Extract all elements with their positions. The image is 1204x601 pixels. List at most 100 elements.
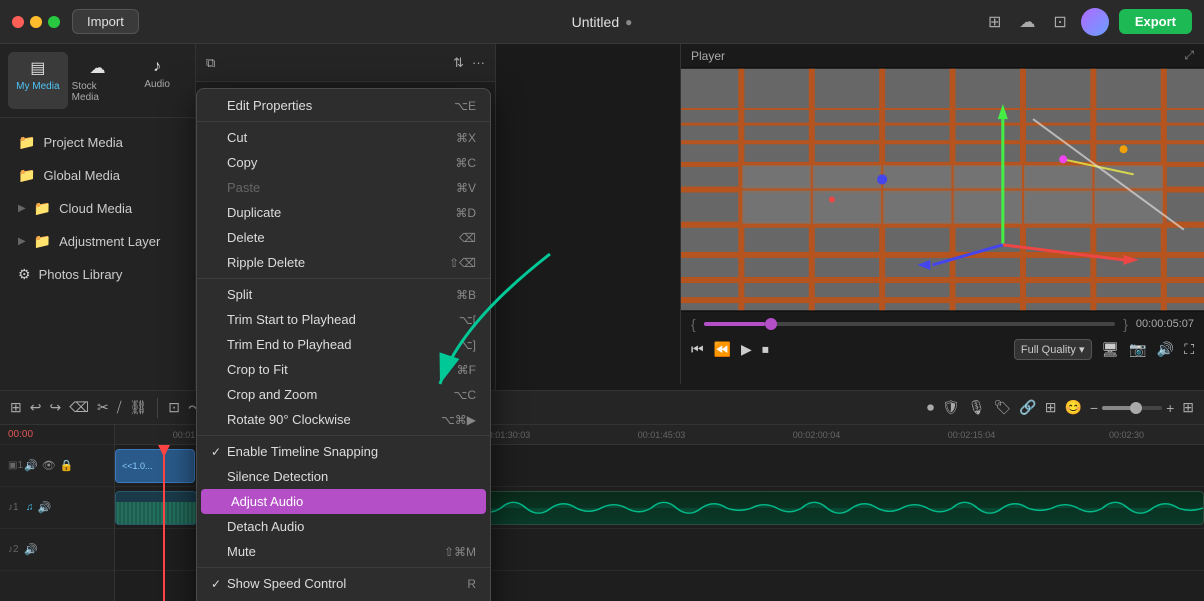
playhead[interactable] xyxy=(163,445,165,601)
context-menu-item-duplicate[interactable]: Duplicate ⌘D xyxy=(197,200,490,225)
context-menu-item-detach-audio[interactable]: Detach Audio xyxy=(197,514,490,539)
video-content xyxy=(681,67,1204,312)
avatar[interactable] xyxy=(1081,8,1109,36)
context-menu-item-split[interactable]: Split ⌘B xyxy=(197,282,490,307)
context-menu-item-mute[interactable]: Mute ⇧⌘M xyxy=(197,539,490,564)
context-menu-item-crop-fit[interactable]: Crop to Fit ⌘F xyxy=(197,357,490,382)
export-button[interactable]: Export xyxy=(1119,9,1192,34)
close-window-button[interactable] xyxy=(12,16,24,28)
frame-back-icon[interactable]: ⏪ xyxy=(714,341,731,358)
gear-icon: ⚙ xyxy=(18,266,31,283)
folder-icon: 📁 xyxy=(34,200,51,217)
sidebar-tab-audio[interactable]: ♪ Audio xyxy=(127,52,187,109)
connect-tool-icon[interactable]: ⛓ xyxy=(130,399,148,416)
track-speaker-icon[interactable]: 🔊 xyxy=(24,543,38,556)
top-right-actions: ⊞ ☁ ⊡ Export xyxy=(984,8,1192,36)
sidebar-item-project-media[interactable]: 📁 Project Media xyxy=(6,127,189,158)
sidebar-tab-my-media[interactable]: ▤ My Media xyxy=(8,52,68,109)
more-options-icon[interactable]: ··· xyxy=(472,55,485,70)
sort-icon[interactable]: ⇅ xyxy=(453,55,464,71)
document-title: Untitled xyxy=(572,14,619,30)
mic-icon[interactable]: 🎙 xyxy=(968,399,986,416)
sidebar-item-adjustment-layer[interactable]: ▶ 📁 Adjustment Layer xyxy=(6,226,189,257)
redo-icon[interactable]: ↪ xyxy=(49,399,61,416)
record-icon[interactable]: ⏺ xyxy=(927,399,934,416)
quality-label: Full Quality xyxy=(1021,344,1076,356)
shield-icon[interactable]: 🛡 xyxy=(942,399,960,416)
snapping-icon[interactable]: ⊡ xyxy=(168,399,180,416)
folder-icon: 📁 xyxy=(18,167,35,184)
maximize-window-button[interactable] xyxy=(48,16,60,28)
filter-icon[interactable]: ⧉ xyxy=(206,55,215,71)
quality-dropdown[interactable]: Full Quality ▾ xyxy=(1014,339,1092,360)
audio-label: Audio xyxy=(144,79,170,90)
context-menu-item-silence-detection[interactable]: Silence Detection xyxy=(197,464,490,489)
skip-back-icon[interactable]: ⏮ xyxy=(691,341,704,358)
player-scrubber-bar: { } 00:00:05:07 xyxy=(681,312,1204,336)
stop-icon[interactable]: ⏹ xyxy=(762,341,769,358)
context-menu: Edit Properties ⌥E Cut ⌘X Copy ⌘C Paste … xyxy=(196,88,491,601)
audio-clip-1[interactable] xyxy=(115,491,197,525)
zoom-slider[interactable] xyxy=(1102,406,1162,410)
track-label-audio-2: ♪2 🔊 xyxy=(0,529,114,571)
grid-icon[interactable]: ⊡ xyxy=(1049,8,1070,36)
context-menu-item-cut[interactable]: Cut ⌘X xyxy=(197,125,490,150)
zoom-in-icon[interactable]: + xyxy=(1166,400,1174,416)
add-track-icon[interactable]: ⊞ xyxy=(10,399,22,416)
cloud-icon[interactable]: ☁ xyxy=(1015,8,1039,36)
sidebar-item-photos-library[interactable]: ⚙ Photos Library xyxy=(6,259,189,290)
expand-arrow-icon: ▶ xyxy=(18,203,26,214)
audio-track-indicator: ♫ xyxy=(26,502,34,513)
undo-icon[interactable]: ↩ xyxy=(30,399,42,416)
emoji-icon[interactable]: 😊 xyxy=(1064,399,1081,416)
play-icon[interactable]: ▶ xyxy=(741,341,752,358)
context-menu-item-trim-end[interactable]: Trim End to Playhead ⌥] xyxy=(197,332,490,357)
timeline-settings-icon[interactable]: ⊞ xyxy=(1182,399,1194,416)
layout-icon[interactable]: ⊞ xyxy=(984,8,1005,36)
sidebar-item-cloud-media[interactable]: ▶ 📁 Cloud Media xyxy=(6,193,189,224)
track-speaker-icon[interactable]: 🔊 xyxy=(38,501,52,514)
fullscreen-icon[interactable]: ⛶ xyxy=(1184,341,1194,358)
monitor-icon[interactable]: 🖥 xyxy=(1102,341,1120,358)
context-menu-item-uniform-speed[interactable]: Uniform Speed xyxy=(197,596,490,601)
context-menu-item-copy[interactable]: Copy ⌘C xyxy=(197,150,490,175)
my-media-label: My Media xyxy=(16,81,59,92)
player-panel: Player ⤢ xyxy=(680,44,1204,384)
tag-icon[interactable]: 🏷 xyxy=(994,399,1012,416)
volume-icon[interactable]: 🔊 xyxy=(1157,341,1174,358)
split-tool-icon[interactable]: ⧸ xyxy=(117,399,122,416)
context-menu-item-trim-start[interactable]: Trim Start to Playhead ⌥[ xyxy=(197,307,490,332)
context-menu-item-delete[interactable]: Delete ⌫ xyxy=(197,225,490,250)
sidebar-item-label: Project Media xyxy=(43,135,122,150)
scrubber-track[interactable] xyxy=(704,322,1116,326)
context-menu-item-rotate[interactable]: Rotate 90° Clockwise ⌥⌘▶ xyxy=(197,407,490,432)
title-status-icon: ● xyxy=(625,15,632,29)
sidebar-tab-stock-media[interactable]: ☁ Stock Media xyxy=(68,52,128,109)
top-bar: Import Untitled ● ⊞ ☁ ⊡ Export xyxy=(0,0,1204,44)
context-menu-item-ripple-delete[interactable]: Ripple Delete ⇧⌫ xyxy=(197,250,490,275)
my-media-icon: ▤ xyxy=(30,58,45,78)
delete-tool-icon[interactable]: ⌫ xyxy=(69,399,89,416)
minimize-window-button[interactable] xyxy=(30,16,42,28)
context-menu-item-show-speed[interactable]: ✓ Show Speed Control R xyxy=(197,571,490,596)
out-point-icon: } xyxy=(1123,316,1128,332)
zoom-out-icon[interactable]: − xyxy=(1090,400,1098,416)
context-menu-item-enable-snapping[interactable]: ✓ Enable Timeline Snapping xyxy=(197,439,490,464)
grid-tool-icon[interactable]: ⊞ xyxy=(1045,399,1057,416)
context-menu-item-crop-zoom[interactable]: Crop and Zoom ⌥C xyxy=(197,382,490,407)
sidebar-item-global-media[interactable]: 📁 Global Media xyxy=(6,160,189,191)
import-button[interactable]: Import xyxy=(72,9,139,34)
track-visibility-icon[interactable]: 👁 xyxy=(42,459,56,472)
track-speaker-icon[interactable]: 🔊 xyxy=(24,459,38,472)
ruler-mark: 00:02:00:04 xyxy=(739,430,894,440)
context-menu-item-adjust-audio[interactable]: Adjust Audio xyxy=(201,489,486,514)
scrubber-thumb[interactable] xyxy=(765,318,777,330)
track-lock-icon[interactable]: 🔒 xyxy=(60,459,74,472)
snapshot-icon[interactable]: 📷 xyxy=(1129,341,1146,358)
cut-tool-icon[interactable]: ✂ xyxy=(97,399,109,416)
timeline-right-tools: ⏺ 🛡 🎙 🏷 🔗 ⊞ 😊 − + ⊞ xyxy=(927,399,1194,416)
player-expand-icon[interactable]: ⤢ xyxy=(1184,48,1194,63)
link-icon[interactable]: 🔗 xyxy=(1019,399,1036,416)
video-clip-1[interactable]: <<1.0... xyxy=(115,449,195,483)
context-menu-item-edit-properties[interactable]: Edit Properties ⌥E xyxy=(197,93,490,118)
